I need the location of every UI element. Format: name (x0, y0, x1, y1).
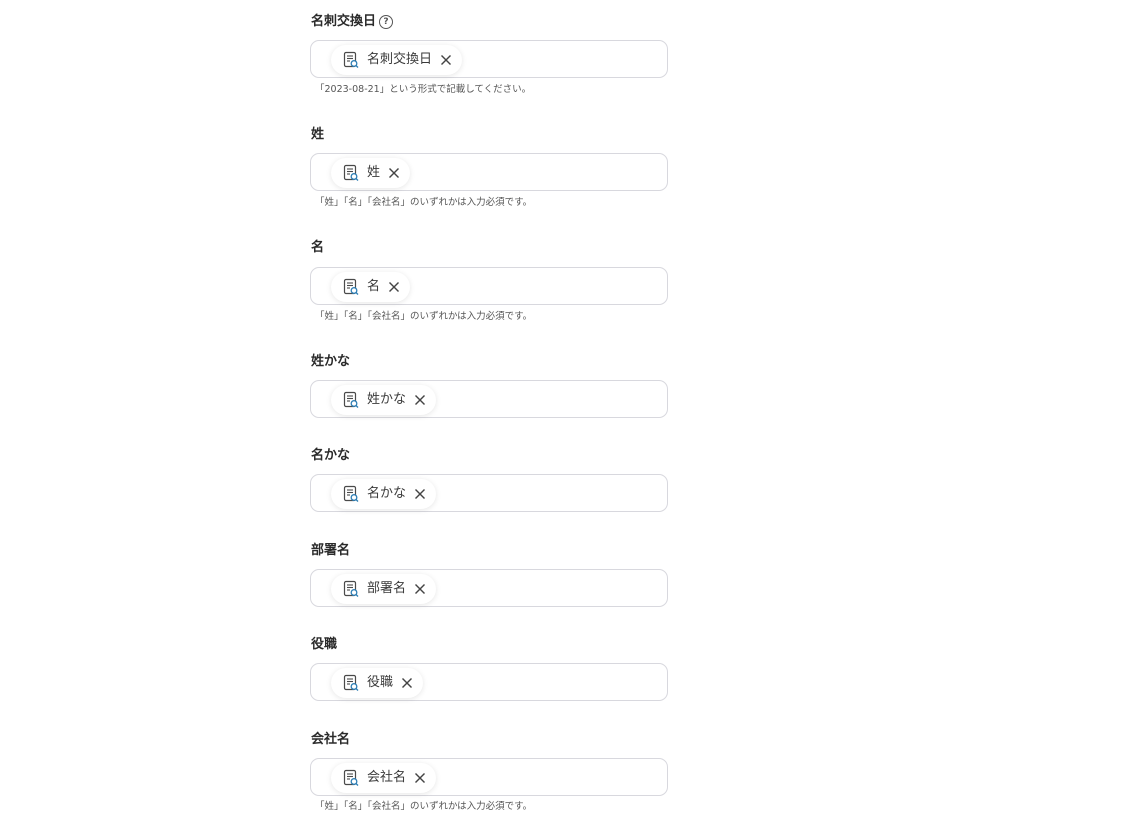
close-icon[interactable] (414, 488, 426, 500)
variable-chip[interactable]: 名刺交換日 (331, 45, 463, 75)
field-label: 姓 (311, 127, 324, 143)
close-icon[interactable] (388, 167, 400, 179)
document-search-icon (343, 485, 359, 502)
close-icon[interactable] (414, 394, 426, 406)
close-icon[interactable] (388, 281, 400, 293)
field-input[interactable]: 役職 (310, 663, 668, 701)
field-label: 姓かな (311, 354, 350, 370)
chip-label: 名刺交換日 (367, 52, 433, 67)
field-label: 会社名 (311, 732, 350, 748)
variable-chip[interactable]: 姓かな (331, 385, 437, 415)
field-label-text: 名刺交換日 (311, 14, 377, 29)
field-label: 役職 (311, 637, 337, 653)
variable-chip[interactable]: 役職 (331, 668, 424, 698)
close-icon[interactable] (440, 54, 452, 66)
document-search-icon (343, 769, 359, 786)
close-icon[interactable] (401, 677, 413, 689)
chip-label: 部署名 (367, 581, 407, 596)
field-input[interactable]: 姓 (310, 153, 668, 191)
chip-label: 名 (367, 279, 381, 294)
field-input[interactable]: 部署名 (310, 569, 668, 607)
field-input[interactable]: 姓かな (310, 380, 668, 418)
field-label-text: 名 (311, 240, 325, 255)
field-label-text: 名かな (311, 448, 351, 463)
chip-label: 名かな (367, 486, 407, 501)
document-search-icon (343, 580, 359, 597)
chip-label: 役職 (367, 675, 394, 690)
field-input[interactable]: 名刺交換日 (310, 40, 668, 78)
document-search-icon (343, 164, 359, 181)
chip-label: 姓かな (367, 392, 407, 407)
field-label: 部署名 (311, 543, 350, 559)
field-input[interactable]: 会社名 (310, 758, 668, 796)
field-label-text: 部署名 (311, 543, 351, 558)
document-search-icon (343, 51, 359, 68)
field-label: 名 (311, 240, 324, 256)
variable-chip[interactable]: 名 (331, 272, 411, 302)
variable-chip[interactable]: 部署名 (331, 574, 437, 604)
field-hint: 「姓」「名」「会社名」のいずれかは入力必須です。 (315, 197, 533, 208)
question-circle-icon[interactable]: ? (379, 15, 394, 29)
field-input[interactable]: 名かな (310, 474, 668, 512)
field-hint: 「2023-08-21」という形式で記載してください。 (315, 84, 532, 95)
variable-chip[interactable]: 姓 (331, 158, 411, 188)
field-label: 名かな (311, 448, 350, 464)
field-input[interactable]: 名 (310, 267, 668, 305)
document-search-icon (343, 391, 359, 408)
field-label-text: 会社名 (311, 732, 351, 747)
field-hint: 「姓」「名」「会社名」のいずれかは入力必須です。 (315, 801, 533, 812)
field-hint: 「姓」「名」「会社名」のいずれかは入力必須です。 (315, 311, 533, 322)
close-icon[interactable] (414, 583, 426, 595)
chip-label: 会社名 (367, 770, 407, 785)
document-search-icon (343, 278, 359, 295)
field-label-text: 姓かな (311, 354, 351, 369)
field-label: 名刺交換日 ? (311, 14, 394, 30)
field-label-text: 姓 (311, 127, 325, 142)
variable-chip[interactable]: 会社名 (331, 763, 437, 793)
close-icon[interactable] (414, 772, 426, 784)
chip-label: 姓 (367, 165, 381, 180)
field-label-text: 役職 (311, 637, 338, 652)
document-search-icon (343, 674, 359, 691)
variable-chip[interactable]: 名かな (331, 479, 437, 509)
